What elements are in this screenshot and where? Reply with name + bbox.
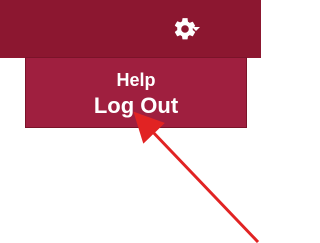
menu-item-log-out[interactable]: Log Out [26,92,246,120]
screenshot-stage: Help Log Out [0,0,261,243]
settings-menu-button[interactable] [164,11,206,47]
chevron-down-icon [192,27,200,31]
top-bar [0,0,261,58]
settings-dropdown-menu: Help Log Out [26,58,246,127]
menu-item-help[interactable]: Help [26,69,246,91]
